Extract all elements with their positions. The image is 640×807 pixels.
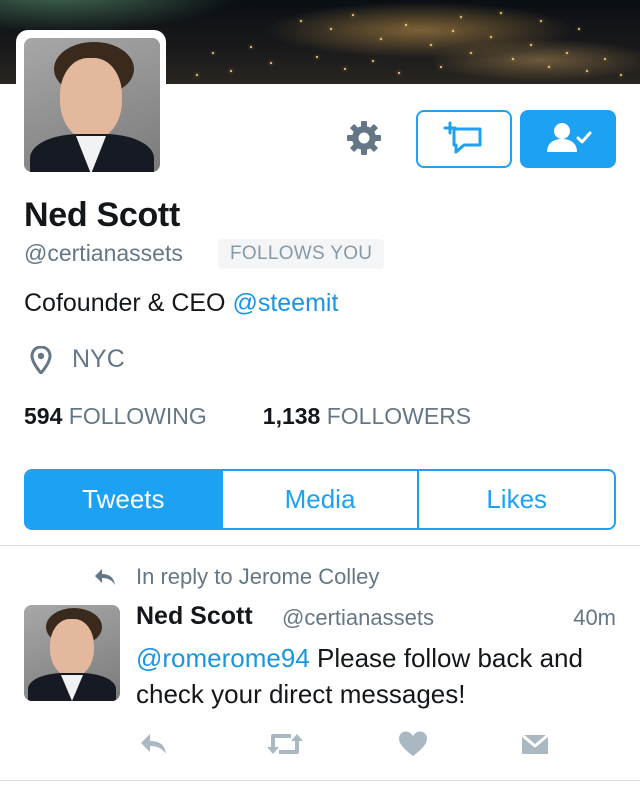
divider (0, 780, 640, 781)
profile-name: Ned Scott (24, 196, 180, 234)
tab-media[interactable]: Media (220, 471, 418, 528)
reply-icon (141, 734, 166, 754)
followers-count: 1,138 (262, 403, 321, 429)
tweet-author-handle[interactable]: @certianassets (282, 605, 434, 631)
followers-label: FOLLOWERS (326, 403, 472, 429)
divider (0, 545, 640, 546)
following-stat[interactable]: 594 FOLLOWING (24, 403, 207, 429)
following-user-check-icon (547, 123, 592, 152)
reply-button[interactable] (138, 730, 170, 758)
gear-icon (347, 121, 381, 155)
profile-avatar[interactable] (24, 38, 160, 172)
profile-bio: Cofounder & CEO @steemit (24, 289, 338, 318)
following-button[interactable] (520, 110, 616, 168)
tab-likes[interactable]: Likes (417, 471, 614, 528)
follows-you-badge: FOLLOWS YOU (218, 239, 385, 269)
reply-context[interactable]: In reply to Jerome Colley (136, 564, 379, 590)
profile-location: NYC (72, 345, 125, 373)
tab-tweets[interactable]: Tweets (26, 471, 221, 528)
tweet-author-name[interactable]: Ned Scott (136, 602, 253, 631)
retweet-icon (267, 734, 303, 754)
bio-text: Cofounder & CEO (24, 289, 233, 317)
profile-stats: 594 FOLLOWING 1,138 FOLLOWERS (24, 403, 471, 430)
like-button[interactable] (398, 730, 428, 758)
settings-button[interactable] (344, 118, 384, 158)
following-label: FOLLOWING (68, 403, 207, 429)
location-pin-icon (30, 345, 52, 376)
tweet-text: @romerome94 Please follow back and check… (136, 640, 616, 712)
like-heart-icon (399, 731, 427, 756)
compose-message-icon (443, 121, 482, 154)
tweet-timestamp[interactable]: 40m (560, 605, 616, 631)
profile-tabs: Tweets Media Likes (24, 469, 616, 530)
following-count: 594 (24, 403, 63, 429)
tweet-avatar[interactable] (24, 605, 120, 701)
followers-stat[interactable]: 1,138 FOLLOWERS (263, 403, 471, 429)
bio-mention-link[interactable]: @steemit (232, 289, 338, 317)
profile-handle: @certianassets (24, 240, 183, 266)
direct-message-icon (521, 733, 549, 754)
reply-context-icon (92, 566, 118, 588)
direct-message-button[interactable] (416, 110, 512, 168)
dm-share-button[interactable] (520, 730, 550, 758)
retweet-button[interactable] (265, 730, 305, 758)
tweet-mention-link[interactable]: @romerome94 (136, 643, 310, 673)
